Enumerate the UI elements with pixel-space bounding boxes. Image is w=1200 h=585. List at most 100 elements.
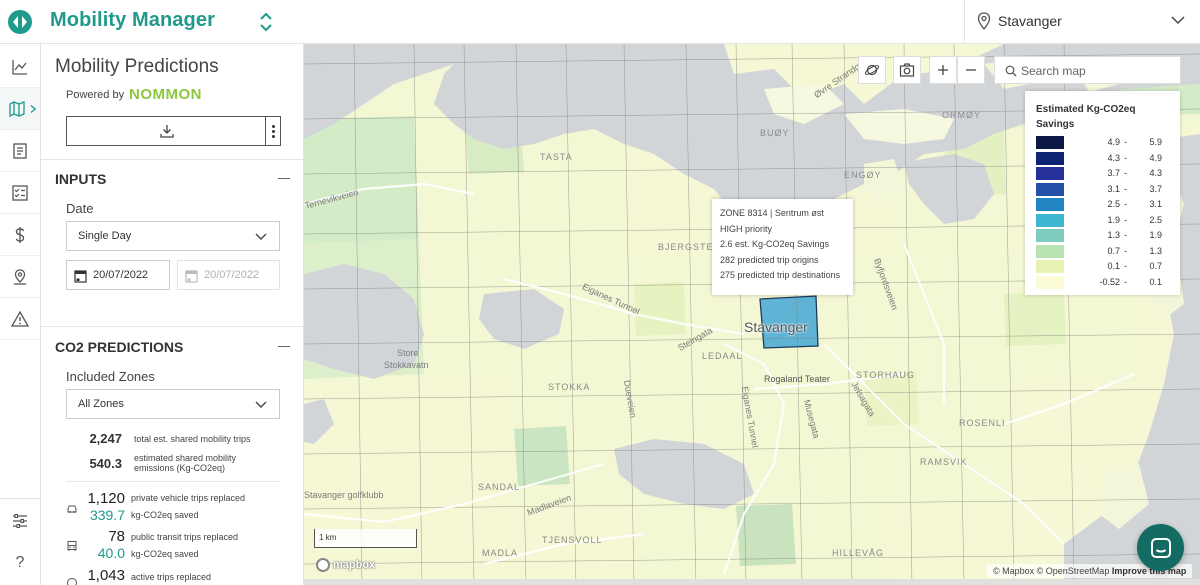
end-date-field[interactable]: 20/07/2022 [177,260,280,290]
attribution-text: © Mapbox © OpenStreetMap [993,566,1110,576]
end-date-value: 20/07/2022 [204,269,260,281]
map-label-tjensvoll: TJENSVOLL [542,535,603,545]
panel-title: Mobility Predictions [55,56,219,77]
chevron-up-down-icon[interactable] [256,10,276,34]
legend-dash: - [1124,261,1127,271]
zoom-out-button[interactable] [957,56,985,84]
co2-heading: CO2 PREDICTIONS [55,339,184,355]
map-label-stokka: STOKKA [548,382,591,392]
emissions-value: 540.3 [89,456,122,471]
map-label-theatre: Rogaland Teater [764,374,830,384]
mapbox-logo[interactable]: mapbox [316,556,375,574]
nav-locations[interactable] [0,256,40,298]
zones-select[interactable]: All Zones [66,389,280,419]
tooltip-priority: HIGH priority [720,223,773,234]
city-selector[interactable]: Stavanger [964,0,1200,44]
brand-logo-icon[interactable] [8,10,32,34]
map-search[interactable] [994,56,1181,84]
lake-label-stokkavatn: Stokkavatn [384,360,429,370]
legend-max: 3.1 [1149,199,1162,209]
chat-button[interactable] [1137,524,1184,571]
map-label-engoy: ENGØY [844,170,882,180]
download-button[interactable] [66,116,266,146]
legend-min: 2.5 [1107,199,1120,209]
transit-trips-label: public transit trips replaced [131,532,239,542]
legend-row: -0.52- 0.1 [1036,275,1171,289]
tooltip-destinations: 275 predicted trip destinations [720,270,841,280]
nav-documents[interactable] [0,130,40,172]
download-icon [159,125,174,138]
transit-trips-value: 78 [108,528,125,545]
date-mode-select[interactable]: Single Day [66,221,280,251]
divider [66,481,280,482]
legend-swatch [1036,182,1064,196]
nav-analytics[interactable] [0,46,40,88]
more-vertical-icon [271,124,275,128]
nav-checklist[interactable] [0,172,40,214]
active-trips-label: active trips replaced [131,572,212,582]
map-canvas[interactable]: TASTA BUØY ORMØY ENGØY BJERGSTED STORHAU… [304,44,1200,585]
mapbox-wordmark: mapbox [333,559,376,571]
date-label: Date [66,201,94,216]
legend-row: 3.1- 3.7 [1036,182,1171,196]
legend-swatch [1036,244,1064,258]
legend-row: 0.1- 0.7 [1036,260,1171,273]
zoom-in-button[interactable] [929,56,957,84]
legend-dash: - [1124,199,1127,209]
chevron-right-icon [30,104,37,114]
private-trips-label: private vehicle trips replaced [131,493,246,503]
location-pin-icon [977,12,991,30]
settings-sidebar: Mobility Predictions Powered by NOMMON I… [41,44,304,585]
private-saved-value: 339.7 [89,507,125,523]
location-icon [14,268,26,285]
collapse-inputs-button[interactable] [277,172,291,186]
map-label-buoy: BUØY [760,128,790,138]
chevron-down-icon [255,401,267,408]
nav-alerts[interactable] [0,298,40,340]
total-trips-value: 2,247 [89,431,122,446]
planet-icon [864,64,880,76]
map-label-ramsvik: RAMSVIK [920,457,968,467]
zones-label: Included Zones [66,369,155,384]
legend-dash: - [1124,245,1127,256]
start-date-field[interactable]: 20/07/2022 [66,260,170,290]
map-label-ormoy: ORMØY [942,110,982,120]
legend-min: 0.7 [1107,245,1120,256]
legend-max: 0.7 [1149,261,1162,271]
settings-button[interactable] [0,502,40,540]
map-search-input[interactable] [1021,61,1171,81]
private-saved-label: kg-CO2eq saved [131,510,199,520]
app-title: Mobility Manager [50,9,215,31]
tooltip-zone: ZONE 8314 | Sentrum øst [720,208,824,218]
legend-max: 4.3 [1149,168,1162,178]
zones-value: All Zones [78,398,124,410]
more-options-button[interactable] [265,116,281,146]
trend-chart-icon [12,59,27,75]
more-dot [271,129,275,133]
inputs-heading: INPUTS [55,171,107,187]
map-label-tasta: TASTA [540,152,573,162]
document-icon [13,142,27,159]
legend-max: 4.9 [1149,152,1162,163]
globe-view-button[interactable] [858,56,886,84]
active-trips-value: 1,043 [87,567,125,584]
legend-swatch [1036,275,1064,289]
map-label-ledaal: LEDAAL [702,351,743,361]
transit-saved-value: 40.0 [97,545,125,561]
legend-dash: - [1124,183,1127,194]
legend-row: 2.5- 3.1 [1036,198,1171,211]
collapse-co2-button[interactable] [277,340,291,354]
help-button[interactable]: ? [0,544,40,582]
search-icon [1005,65,1017,77]
horizontal-scrollbar[interactable] [304,579,1200,585]
nav-map[interactable] [0,88,40,130]
legend-title: Estimated Kg-CO2eq Savings [1036,104,1136,130]
legend-row: 1.3- 1.9 [1036,229,1171,242]
nav-rail: ? [0,44,41,585]
legend-min: 3.7 [1107,168,1120,178]
screenshot-button[interactable] [893,56,921,84]
legend-min: 0.1 [1107,261,1120,271]
lake-label-store: Store [397,348,419,358]
nav-costs[interactable] [0,214,40,256]
legend-max: 3.7 [1149,183,1162,194]
